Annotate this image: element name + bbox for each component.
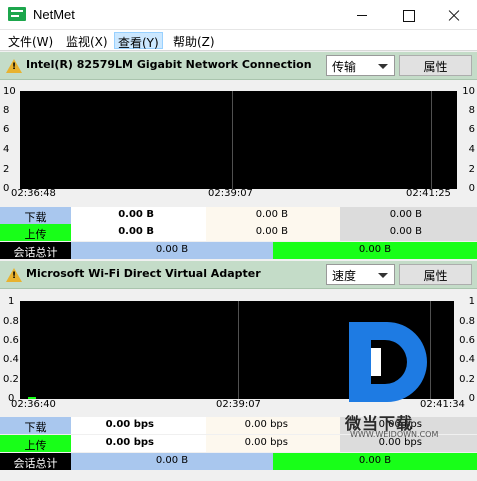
properties-button[interactable]: 属性 [399, 55, 472, 76]
x-tick: 02:39:07 [208, 188, 253, 199]
y-tick-right: 0 [468, 393, 475, 404]
mode-dropdown[interactable]: 速度 [326, 264, 395, 285]
adapter-header-1: ! Intel(R) 82579LM Gigabit Network Conne… [0, 52, 477, 80]
session-total-download: 0.00 B [71, 453, 273, 470]
download-peak: 0.00 B [340, 207, 424, 224]
x-tick: 02:41:25 [406, 188, 451, 199]
session-total-upload: 0.00 B [273, 242, 477, 259]
upload-label: 上传 [0, 224, 71, 241]
upload-label: 上传 [0, 435, 71, 452]
close-button[interactable] [431, 0, 477, 30]
x-tick: 02:36:48 [11, 188, 56, 199]
download-label: 下载 [0, 417, 71, 434]
title-bar: NetMet [0, 0, 477, 30]
session-total-label: 会话总计 [0, 453, 71, 470]
upload-current: 0.00 B [71, 224, 156, 241]
chart-plot-area [20, 91, 457, 189]
window-title: NetMet [33, 7, 75, 22]
session-total-download: 0.00 B [71, 242, 273, 259]
y-tick-right: 6 [468, 124, 475, 135]
y-tick-right: 1 [468, 296, 475, 307]
menu-bar: 文件(W) 监视(X) 查看(Y) 帮助(Z) [0, 30, 477, 51]
y-tick-left: 0.8 [3, 316, 19, 327]
y-tick-left: 0.4 [3, 354, 19, 365]
grid-line [232, 91, 233, 189]
adapter-name: Intel(R) 82579LM Gigabit Network Connect… [26, 58, 312, 71]
chevron-down-icon [378, 64, 388, 69]
upload-average: 0.00 B [206, 224, 290, 241]
properties-button[interactable]: 属性 [399, 264, 472, 285]
watermark-url: WWW.WEIDOWN.COM [350, 430, 439, 439]
y-tick-right: 2 [468, 164, 475, 175]
netmet-app-icon [8, 7, 26, 21]
traffic-chart-1: 10 8 6 4 2 0 10 8 6 4 2 0 02:36:48 02:39… [0, 80, 477, 207]
menu-help[interactable]: 帮助(Z) [170, 32, 218, 49]
x-tick: 02:39:07 [216, 399, 261, 410]
upload-average: 0.00 bps [206, 435, 290, 452]
mode-value: 速度 [332, 269, 357, 283]
mode-dropdown[interactable]: 传输 [326, 55, 395, 76]
upload-row: 上传 0.00 B 0.00 B 0.00 B [0, 224, 477, 241]
session-total-row: 会话总计 0.00 B 0.00 B [0, 453, 477, 470]
upload-current: 0.00 bps [71, 435, 156, 452]
download-current: 0.00 B [71, 207, 156, 224]
y-tick-right: 8 [468, 105, 475, 116]
y-tick-right: 0 [468, 183, 475, 194]
grid-line [238, 301, 239, 399]
grid-line [431, 91, 432, 189]
warning-icon: ! [6, 59, 22, 73]
menu-view[interactable]: 查看(Y) [114, 32, 163, 50]
y-tick-left: 4 [3, 144, 10, 155]
menu-monitor[interactable]: 监视(X) [63, 32, 111, 49]
adapter-header-2: ! Microsoft Wi-Fi Direct Virtual Adapter… [0, 261, 477, 289]
download-row: 下载 0.00 B 0.00 B 0.00 B [0, 207, 477, 224]
y-tick-left: 0.6 [3, 335, 19, 346]
upload-peak: 0.00 B [340, 224, 424, 241]
adapter-name: Microsoft Wi-Fi Direct Virtual Adapter [26, 267, 261, 280]
y-tick-left: 2 [3, 164, 10, 175]
weidown-logo-icon [349, 322, 427, 402]
y-tick-left: 10 [3, 86, 16, 97]
download-average: 0.00 bps [206, 417, 290, 434]
warning-icon: ! [6, 268, 22, 282]
session-total-row: 会话总计 0.00 B 0.00 B [0, 242, 477, 259]
y-tick-left: 1 [8, 296, 15, 307]
y-tick-right: 10 [462, 86, 475, 97]
download-average: 0.00 B [206, 207, 290, 224]
chevron-down-icon [378, 273, 388, 278]
y-tick-left: 6 [3, 124, 10, 135]
y-tick-right: 0.8 [459, 316, 475, 327]
minimize-button[interactable] [339, 0, 385, 30]
maximize-button[interactable] [385, 0, 431, 30]
download-current: 0.00 bps [71, 417, 156, 434]
x-tick: 02:36:40 [11, 399, 56, 410]
session-total-upload: 0.00 B [273, 453, 477, 470]
session-total-label: 会话总计 [0, 242, 71, 259]
y-tick-right: 4 [468, 144, 475, 155]
y-tick-left: 8 [3, 105, 10, 116]
menu-file[interactable]: 文件(W) [5, 32, 56, 49]
mode-value: 传输 [332, 60, 357, 74]
y-tick-left: 0 [3, 183, 10, 194]
y-tick-right: 0.4 [459, 354, 475, 365]
y-tick-right: 0.2 [459, 374, 475, 385]
download-label: 下载 [0, 207, 71, 224]
y-tick-left: 0.2 [3, 374, 19, 385]
y-tick-right: 0.6 [459, 335, 475, 346]
